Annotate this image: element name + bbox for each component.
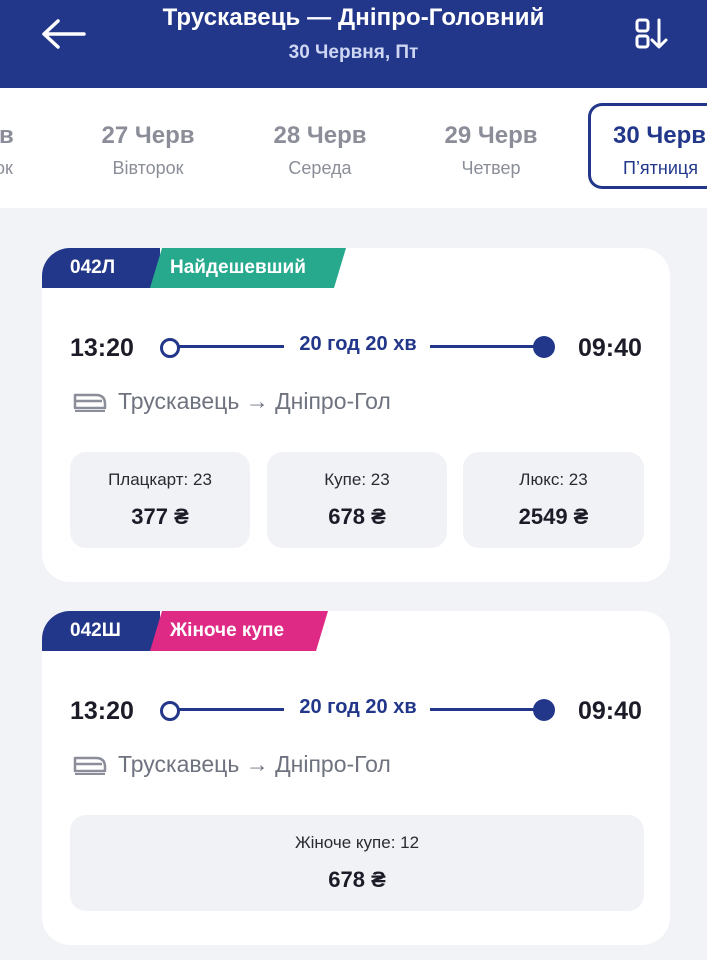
- date-weekday: нок: [0, 158, 13, 178]
- departure-time: 13:20: [70, 334, 134, 362]
- route-stations: Трускавець → Дніпро-Гол: [118, 388, 391, 414]
- date-day: 29 Черв: [444, 122, 538, 149]
- arrival-time: 09:40: [578, 334, 642, 362]
- train-number: 042Ш: [42, 611, 160, 651]
- date-tab[interactable]: 27 Черв Вівторок: [86, 88, 210, 208]
- date-weekday: Вівторок: [112, 158, 184, 178]
- timeline-line: [430, 708, 540, 711]
- date-tab[interactable]: ов нок: [0, 88, 54, 208]
- women-compartment-badge: Жіноче купе: [150, 611, 328, 651]
- train-icon: [73, 756, 107, 775]
- train-card[interactable]: 042Ш Жіноче купе 13:20 20 год 20 хв 09:4…: [42, 611, 670, 945]
- fare-price: 678 ₴: [328, 867, 386, 892]
- fare-option[interactable]: Жіноче купе: 12 678 ₴: [70, 815, 644, 911]
- fare-option[interactable]: Люкс: 23 2549 ₴: [463, 452, 644, 548]
- cheapest-badge: Найдешевший: [150, 248, 346, 288]
- date-day: 28 Черв: [273, 122, 367, 149]
- departure-time: 13:20: [70, 697, 134, 725]
- fare-class-label: Плацкарт: 23: [108, 470, 212, 489]
- app-header: Трускавець — Дніпро-Головний 30 Червня, …: [0, 0, 707, 88]
- fare-price: 377 ₴: [131, 504, 189, 529]
- end-point-icon: [533, 336, 555, 358]
- date-subtitle: 30 Червня, Пт: [288, 42, 419, 63]
- journey-timeline: 20 год 20 хв: [160, 332, 558, 362]
- fare-class-label: Купе: 23: [324, 470, 390, 489]
- train-icon: [73, 393, 107, 412]
- fare-price: 678 ₴: [328, 504, 386, 529]
- journey-timeline: 20 год 20 хв: [160, 695, 558, 725]
- train-card[interactable]: 042Л Найдешевший 13:20 20 год 20 хв 09:4…: [42, 248, 670, 582]
- fare-class-label: Люкс: 23: [519, 470, 588, 489]
- date-tab[interactable]: 28 Черв Середа: [258, 88, 382, 208]
- arrival-time: 09:40: [578, 697, 642, 725]
- date-weekday: Середа: [288, 158, 352, 178]
- date-tab[interactable]: 29 Черв Четвер: [429, 88, 553, 208]
- start-point-icon: [160, 701, 180, 721]
- date-day: 27 Черв: [101, 122, 195, 149]
- fare-option[interactable]: Купе: 23 678 ₴: [267, 452, 447, 548]
- fare-price: 2549 ₴: [518, 504, 589, 529]
- date-weekday: Четвер: [461, 158, 521, 178]
- sort-button[interactable]: [632, 14, 672, 54]
- timeline-line: [430, 345, 540, 348]
- start-point-icon: [160, 338, 180, 358]
- train-number: 042Л: [42, 248, 160, 288]
- timeline-line: [178, 708, 284, 711]
- route-title: Трускавець — Дніпро-Головний: [162, 4, 545, 31]
- end-point-icon: [533, 699, 555, 721]
- route-stations: Трускавець → Дніпро-Гол: [118, 751, 391, 777]
- travel-duration: 20 год 20 хв: [299, 333, 417, 355]
- date-day: ов: [0, 122, 14, 149]
- sort-icon: [635, 18, 668, 49]
- timeline-line: [178, 345, 284, 348]
- fare-class-label: Жіноче купе: 12: [294, 833, 420, 852]
- selected-date-outline: [588, 103, 707, 189]
- travel-duration: 20 год 20 хв: [299, 696, 417, 718]
- fare-option[interactable]: Плацкарт: 23 377 ₴: [70, 452, 250, 548]
